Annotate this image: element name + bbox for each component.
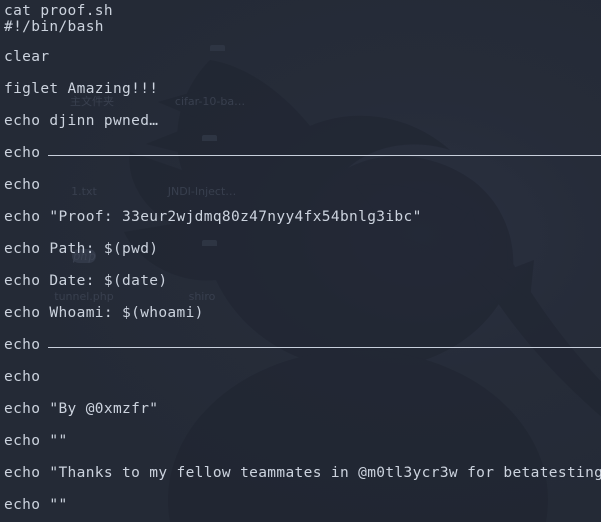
terminal-window: 主文件夹 cifar-10-ba… 1.txt JNDI-Inject… php… — [0, 0, 601, 522]
terminal-line: echo "Proof: 33eur2wjdmq80z47nyy4fx54bnl… — [4, 209, 422, 225]
terminal-separator-rule — [48, 347, 601, 348]
terminal-line: echo "Thanks to my fellow teammates in @… — [4, 465, 601, 481]
terminal-line: echo "" — [4, 433, 68, 449]
terminal-line: echo Date: $(date) — [4, 273, 168, 289]
terminal-line: echo "" — [4, 497, 68, 513]
terminal-line: clear — [4, 49, 50, 65]
terminal-line: echo Whoami: $(whoami) — [4, 305, 204, 321]
terminal-output[interactable]: cat proof.sh #!/bin/bash clear figlet Amazi… — [0, 0, 601, 522]
terminal-line: echo — [4, 337, 41, 353]
terminal-line: echo djinn pwned… — [4, 113, 159, 129]
terminal-line: echo "By @0xmzfr" — [4, 401, 159, 417]
terminal-line: echo — [4, 369, 41, 385]
terminal-line: echo — [4, 145, 41, 161]
terminal-line: echo — [4, 177, 41, 193]
terminal-line: figlet Amazing!!! — [4, 81, 159, 97]
terminal-separator-rule — [48, 155, 601, 156]
terminal-line: echo Path: $(pwd) — [4, 241, 159, 257]
terminal-line: #!/bin/bash — [4, 19, 104, 35]
